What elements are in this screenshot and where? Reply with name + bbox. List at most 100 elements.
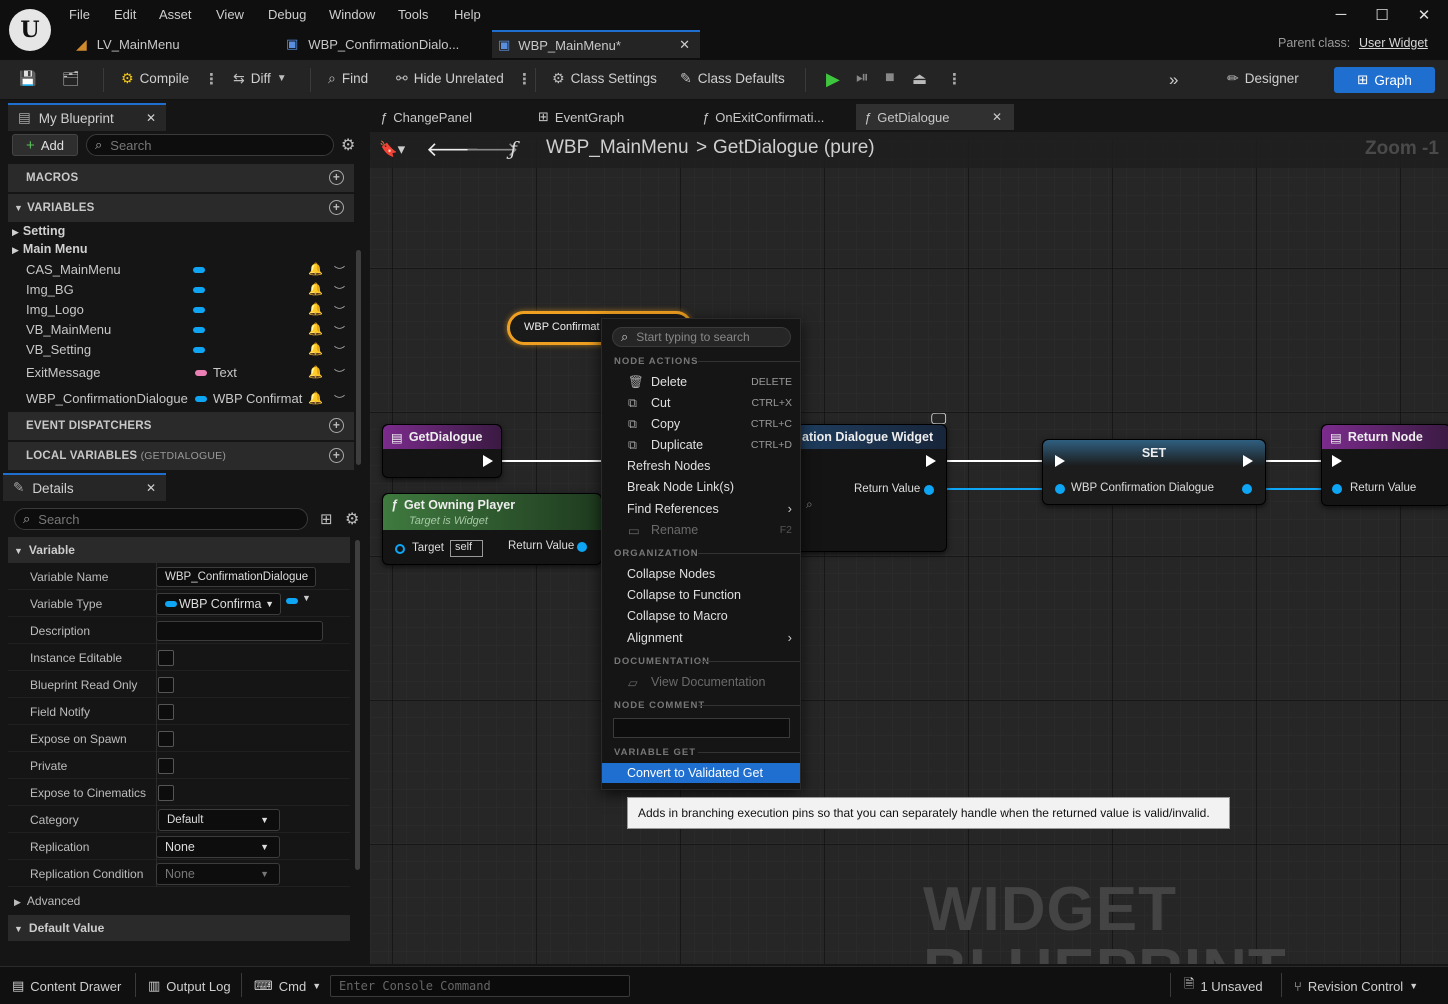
exec-out-pin[interactable]	[926, 455, 936, 467]
minimize-icon[interactable]: ─	[1331, 6, 1351, 24]
close-tab-icon[interactable]: ✕	[679, 37, 690, 53]
context-item-copy[interactable]: ⧉ Copy CTRL+C	[602, 414, 800, 434]
variable-row[interactable]: VB_Setting 🔔 ︶	[8, 340, 354, 360]
context-item-break-links[interactable]: Break Node Link(s)	[602, 477, 800, 497]
menu-edit[interactable]: Edit	[114, 7, 136, 22]
exec-in-pin[interactable]	[1055, 455, 1065, 467]
section-local-variables[interactable]: LOCAL VARIABLES (GETDIALOGUE) +	[8, 442, 354, 470]
unreal-logo[interactable]: U	[9, 9, 51, 51]
blueprint-read-only-checkbox[interactable]	[158, 677, 174, 693]
find-button[interactable]: ⌕ Find	[328, 70, 368, 87]
expose-on-spawn-checkbox[interactable]	[158, 731, 174, 747]
field-notify-checkbox[interactable]	[158, 704, 174, 720]
variable-row[interactable]: CAS_MainMenu 🔔 ︶	[8, 260, 354, 280]
self-field[interactable]: self	[450, 540, 483, 557]
bell-icon[interactable]: 🔔	[308, 282, 323, 296]
unsaved-button[interactable]: 🗎 1 Unsaved	[1184, 975, 1263, 997]
category-setting[interactable]: ▶ Setting	[12, 224, 65, 238]
function-entry-node[interactable]: ▤ GetDialogue	[382, 424, 502, 478]
graph-tab-changepanel[interactable]: ƒ ChangePanel	[376, 104, 526, 130]
add-local-variable-icon[interactable]: +	[329, 448, 344, 463]
parent-class-link[interactable]: User Widget	[1359, 36, 1428, 50]
variable-row[interactable]: Img_Logo 🔔 ︶	[8, 300, 354, 320]
close-tab-icon[interactable]: ✕	[992, 110, 1002, 124]
output-log-button[interactable]: ▥ Output Log	[148, 975, 231, 997]
return-value-pin[interactable]	[577, 542, 587, 552]
play-options-icon[interactable]: ⋮	[947, 70, 962, 88]
class-settings-button[interactable]: ⚙ Class Settings	[552, 70, 657, 87]
instance-editable-checkbox[interactable]	[158, 650, 174, 666]
diff-button[interactable]: ⇆ Diff ▼	[233, 70, 287, 87]
bell-icon[interactable]: 🔔	[308, 391, 323, 405]
play-icon[interactable]: ▶	[826, 69, 840, 90]
cmd-dropdown[interactable]: ⌨ Cmd ▼	[254, 975, 321, 997]
eye-closed-icon[interactable]: ︶	[334, 283, 345, 299]
replication-dropdown[interactable]: None ▼	[156, 836, 280, 858]
compile-options-icon[interactable]: ⋮	[204, 70, 219, 88]
doc-tab-wbp-confirmation[interactable]: ▣ WBP_ConfirmationDialo...	[276, 30, 486, 58]
details-search[interactable]: ⌕ Search	[14, 508, 308, 530]
exec-in-pin[interactable]	[1332, 455, 1342, 467]
graph-button[interactable]: ⊞ Graph	[1334, 67, 1435, 93]
section-variables[interactable]: ▼ VARIABLES +	[8, 194, 354, 222]
menu-help[interactable]: Help	[454, 7, 481, 22]
node-comment-field[interactable]	[613, 718, 790, 738]
console-command-input[interactable]: Enter Console Command	[330, 975, 630, 997]
private-checkbox[interactable]	[158, 758, 174, 774]
set-value-out-pin[interactable]	[1242, 484, 1252, 494]
breadcrumb-root[interactable]: WBP_MainMenu	[546, 137, 689, 159]
add-macro-icon[interactable]: +	[329, 170, 344, 185]
variable-row[interactable]: Img_BG 🔔 ︶	[8, 280, 354, 300]
get-owning-player-node[interactable]: ƒ Get Owning Player Target is Widget Targ…	[382, 493, 602, 565]
my-blueprint-scrollbar[interactable]	[356, 250, 361, 465]
context-item-convert-validated-get[interactable]: Convert to Validated Get	[602, 763, 800, 783]
my-blueprint-tab[interactable]: ▤ My Blueprint ✕	[8, 103, 166, 131]
close-icon[interactable]: ✕	[146, 481, 156, 495]
exec-out-pin[interactable]	[1243, 455, 1253, 467]
content-drawer-button[interactable]: ▤ Content Drawer	[12, 975, 121, 997]
details-tab[interactable]: ✎ Details ✕	[3, 473, 166, 501]
graph-tab-getdialogue[interactable]: ƒ GetDialogue ✕	[856, 104, 1014, 130]
context-search-input[interactable]: ⌕ Start typing to search	[612, 327, 791, 347]
exec-out-pin[interactable]	[483, 455, 493, 467]
class-defaults-button[interactable]: ✎ Class Defaults	[680, 70, 785, 87]
my-blueprint-search[interactable]: ⌕ Search	[86, 134, 334, 156]
add-variable-icon[interactable]: +	[329, 200, 344, 215]
eye-closed-icon[interactable]: ︶	[334, 303, 345, 319]
category-main-menu[interactable]: ▶ Main Menu	[12, 242, 88, 256]
eye-closed-icon[interactable]: ︶	[334, 392, 345, 408]
context-item-collapse-macro[interactable]: Collapse to Macro	[602, 606, 800, 626]
set-node[interactable]: SET WBP Confirmation Dialogue	[1042, 439, 1266, 505]
variable-type-dropdown[interactable]: WBP Confirma ▼	[156, 593, 281, 615]
expand-toolbar-icon[interactable]: »	[1169, 70, 1178, 90]
graph-editor[interactable]: ƒ ChangePanel ⊞ EventGraph ƒ OnExitConfirma…	[370, 100, 1448, 964]
bell-icon[interactable]: 🔔	[308, 302, 323, 316]
stop-icon[interactable]: ■	[885, 69, 895, 87]
bell-icon[interactable]: 🔔	[308, 342, 323, 356]
maximize-icon[interactable]: ☐	[1372, 6, 1392, 24]
context-item-alignment[interactable]: Alignment ›	[602, 628, 800, 648]
set-value-in-pin[interactable]	[1055, 484, 1065, 494]
designer-button[interactable]: ✏ Designer	[1227, 70, 1299, 87]
menu-debug[interactable]: Debug	[268, 7, 306, 22]
save-button[interactable]: 💾	[19, 70, 36, 87]
eject-icon[interactable]: ⏏	[912, 69, 927, 89]
details-scrollbar[interactable]	[355, 540, 360, 870]
variable-name-field[interactable]: WBP_ConfirmationDialogue	[156, 567, 316, 587]
section-macros[interactable]: MACROS +	[8, 164, 354, 192]
context-item-cut[interactable]: ⧉ Cut CTRL+X	[602, 393, 800, 413]
hide-unrelated-button[interactable]: ⚯ Hide Unrelated	[396, 70, 504, 87]
compile-button[interactable]: ⚙ Compile	[121, 70, 189, 87]
context-item-delete[interactable]: 🗑 Delete DELETE	[602, 372, 800, 392]
hide-unrelated-options-icon[interactable]: ⋮	[517, 70, 532, 88]
menu-file[interactable]: File	[69, 7, 90, 22]
bell-icon[interactable]: 🔔	[308, 262, 323, 276]
bell-icon[interactable]: 🔔	[308, 322, 323, 336]
settings-gear-icon[interactable]: ⚙	[341, 135, 355, 155]
bell-icon[interactable]: 🔔	[308, 365, 323, 379]
menu-tools[interactable]: Tools	[398, 7, 428, 22]
eye-closed-icon[interactable]: ︶	[334, 323, 345, 339]
expose-to-cinematics-checkbox[interactable]	[158, 785, 174, 801]
category-dropdown[interactable]: Default ▼	[158, 809, 280, 831]
context-item-duplicate[interactable]: ⧉ Duplicate CTRL+D	[602, 435, 800, 455]
